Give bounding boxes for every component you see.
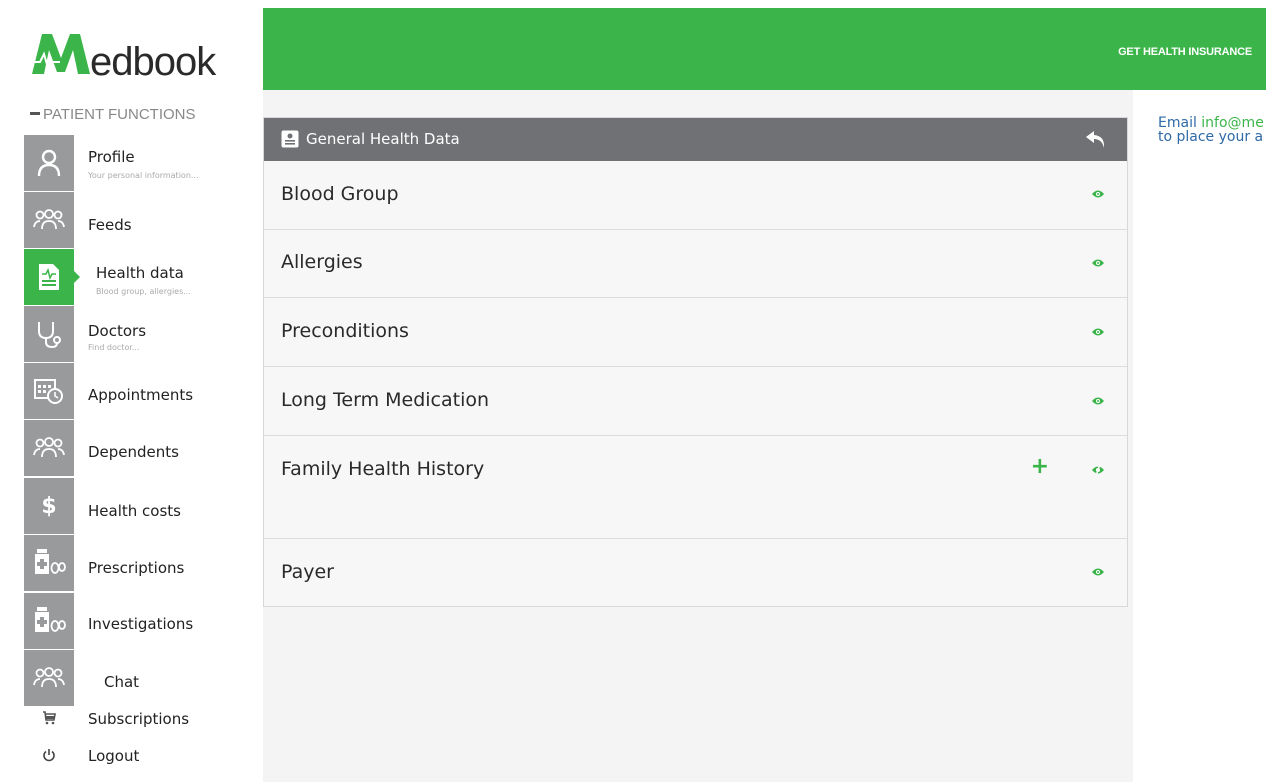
sidebar-item-subscriptions[interactable]: Subscriptions <box>24 706 254 734</box>
sidebar-item-label: Doctors <box>88 322 147 340</box>
sidebar-item-doctors[interactable]: Doctors Find doctor... <box>24 306 254 363</box>
pills-icon <box>24 535 74 591</box>
back-arrow-icon[interactable] <box>1085 128 1107 150</box>
health-row-allergies[interactable]: Allergies <box>264 229 1127 298</box>
eye-icon[interactable] <box>1091 189 1105 199</box>
panel-header: General Health Data <box>264 118 1127 161</box>
advertise-promo-text: Email info@me to place your a <box>1158 116 1266 144</box>
sidebar-item-prescriptions[interactable]: Prescriptions <box>24 535 254 592</box>
cart-icon <box>24 710 74 729</box>
sidebar-item-label: Profile <box>88 148 135 166</box>
row-label: Payer <box>281 561 334 583</box>
sidebar-item-health-costs[interactable]: $ Health costs <box>24 478 254 535</box>
sidebar-item-profile[interactable]: Profile Your personal information... <box>24 135 254 192</box>
sidebar-item-investigations[interactable]: Investigations <box>24 593 254 650</box>
group-icon <box>24 192 74 248</box>
group-icon <box>24 650 74 706</box>
health-doc-icon <box>24 249 80 305</box>
collapse-dash-icon <box>30 112 40 116</box>
eye-slash-icon[interactable] <box>1091 464 1105 476</box>
row-label: Long Term Medication <box>281 389 490 411</box>
person-icon <box>24 135 74 191</box>
sidebar-item-sublabel: Find doctor... <box>88 343 140 352</box>
sidebar-item-logout[interactable]: Logout <box>24 743 254 771</box>
logo-text: edbook <box>90 40 216 84</box>
top-header-bar: GET HEALTH INSURANCE <box>263 8 1266 90</box>
sidebar-item-label: Health data <box>96 264 184 282</box>
sidebar-item-sublabel: Your personal information... <box>88 171 199 180</box>
health-row-blood-group[interactable]: Blood Group <box>264 161 1127 230</box>
sidebar-item-label: Subscriptions <box>88 710 190 728</box>
row-label: Preconditions <box>281 320 409 342</box>
group-icon <box>24 420 74 476</box>
medbook-logo[interactable]: edbook <box>30 28 220 84</box>
sidebar-item-appointments[interactable]: Appointments <box>24 363 254 420</box>
row-label: Blood Group <box>281 183 399 205</box>
sidebar-item-label: Investigations <box>88 615 194 633</box>
health-row-payer[interactable]: Payer <box>264 539 1127 607</box>
eye-icon[interactable] <box>1091 258 1105 268</box>
patient-functions-heading[interactable]: PATIENT FUNCTIONS <box>30 106 196 123</box>
eye-icon[interactable] <box>1091 567 1105 577</box>
sidebar-item-label: Chat <box>104 673 140 691</box>
power-icon <box>24 747 74 766</box>
section-label-text: PATIENT FUNCTIONS <box>43 106 196 123</box>
sidebar-item-chat[interactable]: Chat <box>24 650 254 707</box>
health-row-preconditions[interactable]: Preconditions <box>264 298 1127 367</box>
sidebar-item-dependents[interactable]: Dependents <box>24 420 254 477</box>
add-plus-icon[interactable]: + <box>1031 454 1049 479</box>
sidebar-item-feeds[interactable]: Feeds <box>24 192 254 249</box>
medbook-m-logo-icon <box>30 34 90 74</box>
promo-line2: to place your a <box>1158 129 1264 144</box>
sidebar-item-label: Dependents <box>88 443 179 461</box>
panel-title: General Health Data <box>306 130 460 148</box>
sidebar-item-label: Logout <box>88 747 140 765</box>
sidebar-item-label: Prescriptions <box>88 559 185 577</box>
get-health-insurance-link[interactable]: GET HEALTH INSURANCE <box>1118 46 1252 58</box>
eye-icon[interactable] <box>1091 396 1105 406</box>
sidebar-item-label: Health costs <box>88 502 181 520</box>
sidebar-item-sublabel: Blood group, allergies... <box>96 287 191 296</box>
health-row-long-term-medication[interactable]: Long Term Medication <box>264 367 1127 436</box>
dollar-icon: $ <box>24 478 74 534</box>
row-label: Family Health History <box>281 458 485 480</box>
health-row-family-health-history[interactable]: Family Health History + <box>264 436 1127 539</box>
stethoscope-icon <box>24 306 74 362</box>
id-card-icon <box>281 130 299 148</box>
sidebar-item-label: Feeds <box>88 216 132 234</box>
pills-icon <box>24 593 74 649</box>
sidebar-item-health-data[interactable]: Health data Blood group, allergies... <box>24 249 254 306</box>
row-label: Allergies <box>281 251 363 273</box>
calendar-clock-icon <box>24 363 74 419</box>
general-health-data-panel: General Health Data Blood Group Allergie… <box>263 117 1128 607</box>
sidebar-item-label: Appointments <box>88 386 194 404</box>
eye-icon[interactable] <box>1091 327 1105 337</box>
